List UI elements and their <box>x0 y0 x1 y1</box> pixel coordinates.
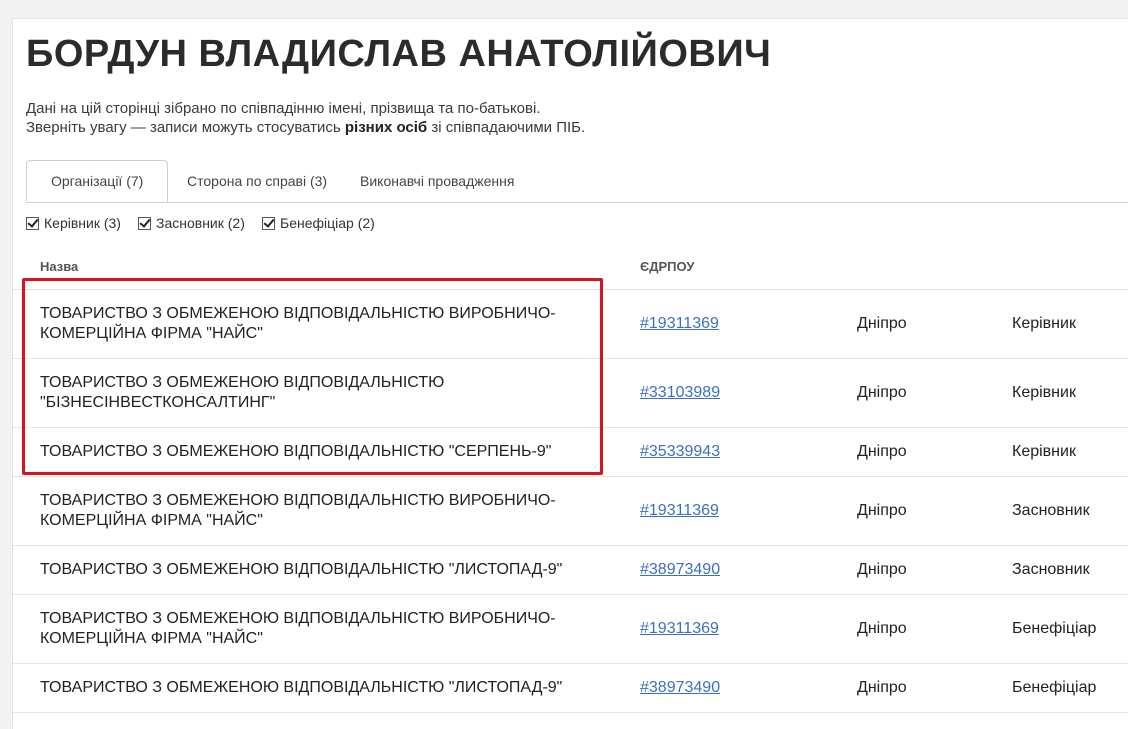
role: Засновник <box>1012 561 1090 578</box>
checkbox-head[interactable] <box>26 216 39 230</box>
edrpou-link[interactable]: #35339943 <box>640 443 720 460</box>
city: Дніпро <box>857 443 907 460</box>
city: Дніпро <box>857 384 907 401</box>
table-header: Назва ЄДРПОУ <box>13 251 1128 290</box>
edrpou-link[interactable]: #19311369 <box>640 315 719 332</box>
tab-enforcement-proceedings[interactable]: Виконавчі провадження <box>360 160 514 202</box>
organizations-table: ТОВАРИСТВО З ОБМЕЖЕНОЮ ВІДПОВІДАЛЬНІСТЮ … <box>13 290 1128 713</box>
role: Бенефіціар <box>1012 620 1097 637</box>
organization-name: ТОВАРИСТВО З ОБМЕЖЕНОЮ ВІДПОВІДАЛЬНІСТЮ … <box>40 610 556 647</box>
organization-name: ТОВАРИСТВО З ОБМЕЖЕНОЮ ВІДПОВІДАЛЬНІСТЮ … <box>40 374 445 411</box>
organization-name: ТОВАРИСТВО З ОБМЕЖЕНОЮ ВІДПОВІДАЛЬНІСТЮ … <box>40 679 563 696</box>
edrpou-link[interactable]: #33103989 <box>640 384 720 401</box>
notice-line-2-prefix: Зверніть увагу — записи можуть стосувати… <box>26 119 345 136</box>
organization-name: ТОВАРИСТВО З ОБМЕЖЕНОЮ ВІДПОВІДАЛЬНІСТЮ … <box>40 305 556 342</box>
table-row: ТОВАРИСТВО З ОБМЕЖЕНОЮ ВІДПОВІДАЛЬНІСТЮ … <box>13 595 1128 664</box>
edrpou-code: #38973490 <box>640 678 720 698</box>
table-row: ТОВАРИСТВО З ОБМЕЖЕНОЮ ВІДПОВІДАЛЬНІСТЮ … <box>13 290 1128 359</box>
edrpou-code: #38973490 <box>640 560 720 580</box>
checkbox-beneficiary[interactable] <box>262 216 275 230</box>
edrpou-link[interactable]: #38973490 <box>640 561 720 578</box>
organization-name: ТОВАРИСТВО З ОБМЕЖЕНОЮ ВІДПОВІДАЛЬНІСТЮ … <box>40 492 556 529</box>
page-title: БОРДУН ВЛАДИСЛАВ АНАТОЛІЙОВИЧ <box>26 33 772 75</box>
role: Засновник <box>1012 502 1090 519</box>
organization-name: ТОВАРИСТВО З ОБМЕЖЕНОЮ ВІДПОВІДАЛЬНІСТЮ … <box>40 443 552 460</box>
filter-founder-label: Засновник (2) <box>156 215 245 231</box>
filter-head[interactable]: Керівник (3) <box>26 215 121 231</box>
edrpou-code: #33103989 <box>640 383 720 403</box>
table-row: ТОВАРИСТВО З ОБМЕЖЕНОЮ ВІДПОВІДАЛЬНІСТЮ … <box>13 477 1128 546</box>
city: Дніпро <box>857 679 907 696</box>
table-row: ТОВАРИСТВО З ОБМЕЖЕНОЮ ВІДПОВІДАЛЬНІСТЮ … <box>13 546 1128 595</box>
tab-bar: Організації (7) Сторона по справі (3) Ви… <box>26 160 1128 203</box>
tab-organizations[interactable]: Організації (7) <box>26 160 169 202</box>
edrpou-code: #19311369 <box>640 314 719 334</box>
role: Керівник <box>1012 443 1076 460</box>
notice-line-2: Зверніть увагу — записи можуть стосувати… <box>26 118 585 137</box>
filter-beneficiary[interactable]: Бенефіціар (2) <box>262 215 375 231</box>
organization-name: ТОВАРИСТВО З ОБМЕЖЕНОЮ ВІДПОВІДАЛЬНІСТЮ … <box>40 561 563 578</box>
edrpou-link[interactable]: #38973490 <box>640 679 720 696</box>
city: Дніпро <box>857 561 907 578</box>
table-row: ТОВАРИСТВО З ОБМЕЖЕНОЮ ВІДПОВІДАЛЬНІСТЮ … <box>13 664 1128 713</box>
city: Дніпро <box>857 315 907 332</box>
column-header-code: ЄДРПОУ <box>640 259 695 274</box>
tab-case-party[interactable]: Сторона по справі (3) <box>187 160 327 202</box>
edrpou-link[interactable]: #19311369 <box>640 502 719 519</box>
edrpou-code: #35339943 <box>640 442 720 462</box>
filter-head-label: Керівник (3) <box>44 215 121 231</box>
table-row: ТОВАРИСТВО З ОБМЕЖЕНОЮ ВІДПОВІДАЛЬНІСТЮ … <box>13 359 1128 428</box>
column-header-name: Назва <box>40 259 79 274</box>
edrpou-code: #19311369 <box>640 501 719 521</box>
content-card: БОРДУН ВЛАДИСЛАВ АНАТОЛІЙОВИЧ Дані на ці… <box>12 18 1128 729</box>
edrpou-link[interactable]: #19311369 <box>640 620 719 637</box>
filter-beneficiary-label: Бенефіціар (2) <box>280 215 375 231</box>
role: Керівник <box>1012 315 1076 332</box>
role: Бенефіціар <box>1012 679 1097 696</box>
notice-line-2-bold: різних осіб <box>344 119 428 136</box>
table-row: ТОВАРИСТВО З ОБМЕЖЕНОЮ ВІДПОВІДАЛЬНІСТЮ … <box>13 428 1128 477</box>
city: Дніпро <box>857 502 907 519</box>
checkbox-founder[interactable] <box>138 216 151 230</box>
filter-founder[interactable]: Засновник (2) <box>138 215 245 231</box>
city: Дніпро <box>857 620 907 637</box>
notice-line-2-suffix: зі співпадаючими ПІБ. <box>427 119 586 136</box>
edrpou-code: #19311369 <box>640 619 719 639</box>
disclaimer-notice: Дані на цій сторінці зібрано по співпаді… <box>26 99 585 137</box>
notice-line-1: Дані на цій сторінці зібрано по співпаді… <box>26 100 541 117</box>
role: Керівник <box>1012 384 1076 401</box>
